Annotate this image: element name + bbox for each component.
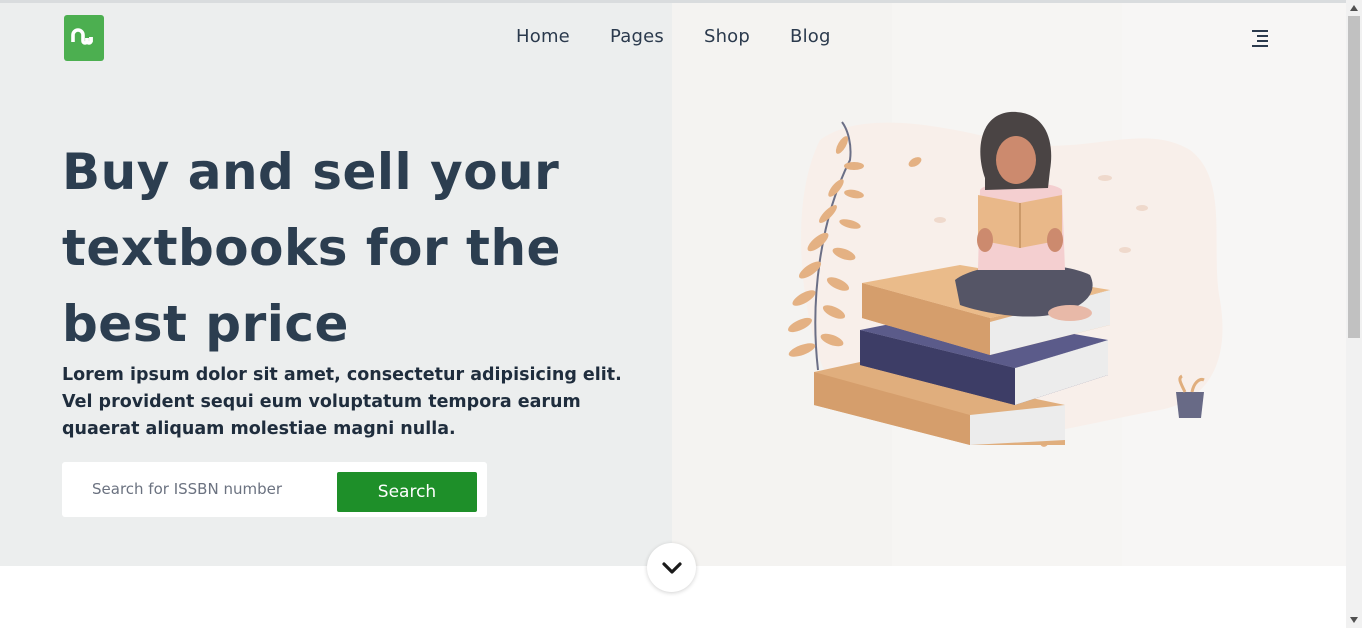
hero-title-line: Buy and sell your xyxy=(62,143,560,201)
hero-title-line: best price xyxy=(62,295,349,353)
main-nav: Home Pages Shop Blog xyxy=(516,26,831,47)
nav-home[interactable]: Home xyxy=(516,26,570,47)
nav-shop[interactable]: Shop xyxy=(704,26,750,47)
scroll-up-arrow[interactable] xyxy=(1346,0,1362,16)
scroll-down-arrow[interactable] xyxy=(1346,612,1362,628)
menu-icon xyxy=(1252,30,1268,47)
search-button[interactable]: Search xyxy=(337,472,477,512)
vertical-scrollbar[interactable] xyxy=(1346,0,1362,628)
scroll-down-button[interactable] xyxy=(647,543,696,592)
menu-button[interactable] xyxy=(1248,27,1272,49)
logo[interactable] xyxy=(64,15,104,61)
nav-pages[interactable]: Pages xyxy=(610,26,664,47)
scrollbar-thumb[interactable] xyxy=(1348,16,1360,338)
nav-blog[interactable]: Blog xyxy=(790,26,831,47)
search-form: Search xyxy=(62,462,487,517)
stumbleupon-icon xyxy=(71,28,93,45)
hero-description: Lorem ipsum dolor sit amet, consectetur … xyxy=(62,365,622,439)
chevron-down-icon xyxy=(661,561,682,574)
isbn-search-input[interactable] xyxy=(80,472,330,506)
woman-reading-on-books-illustration xyxy=(788,111,1223,447)
hero-title: Buy and sell your textbooks for the best… xyxy=(62,134,622,362)
triangle-down-icon xyxy=(1350,617,1358,623)
hero-title-line: textbooks for the xyxy=(62,219,561,277)
page: Home Pages Shop Blog Buy and sell your t… xyxy=(0,0,1362,628)
triangle-up-icon xyxy=(1350,5,1358,11)
